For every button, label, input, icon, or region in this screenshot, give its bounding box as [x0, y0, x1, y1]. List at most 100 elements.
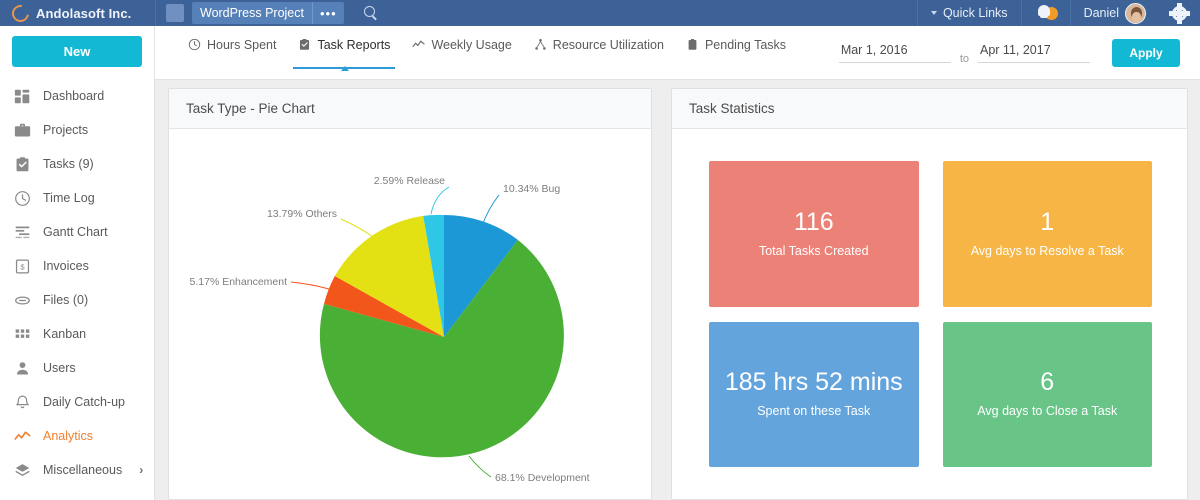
task-type-pie-chart[interactable]: 10.34% Bug 2.59% Release 13.79% Others 5…: [169, 129, 651, 499]
pie-label-release: 2.59% Release: [374, 175, 445, 187]
sidebar-item-label: Projects: [43, 123, 89, 137]
leader-line-release: [430, 186, 450, 215]
tab-hours-spent[interactable]: Hours Spent: [177, 26, 287, 80]
briefcase-icon: [14, 123, 31, 136]
stats-panel-title: Task Statistics: [672, 89, 1187, 129]
pie-label-development: 68.1% Development: [495, 472, 590, 484]
sidebar-item-label: Users: [43, 361, 76, 375]
sidebar-item-users[interactable]: Users: [0, 351, 154, 385]
project-pill[interactable]: WordPress Project •••: [192, 2, 344, 24]
sidebar-item-invoices[interactable]: $ Invoices: [0, 249, 154, 283]
search-button[interactable]: [354, 6, 388, 20]
project-selector[interactable]: WordPress Project •••: [156, 2, 354, 24]
layers-icon: [15, 463, 30, 476]
tab-weekly-usage[interactable]: Weekly Usage: [401, 26, 522, 80]
sidebar-item-tasks[interactable]: Tasks (9): [0, 147, 154, 181]
sidebar-item-label: Gantt Chart: [43, 225, 108, 239]
trend-icon: [412, 40, 426, 48]
sidebar-item-label: Invoices: [43, 259, 89, 273]
pie-chart-panel: Task Type - Pie Chart 10.34% Bug 2.59% R…: [168, 88, 652, 500]
paperclip-icon: [15, 295, 30, 305]
sidebar-nav-list: Dashboard Projects Tasks (9) Time Log Ga…: [0, 79, 154, 487]
sidebar-item-daily-catch-up[interactable]: Daily Catch-up: [0, 385, 154, 419]
sidebar-item-miscellaneous[interactable]: Miscellaneous ›: [0, 453, 154, 487]
leader-line-enhancement: [290, 281, 330, 290]
user-icon: [16, 361, 29, 374]
search-icon: [363, 6, 378, 20]
sidebar-item-time-log[interactable]: Time Log: [0, 181, 154, 215]
leader-line-bug: [481, 194, 500, 227]
settings-button[interactable]: [1159, 0, 1200, 26]
chevron-right-icon: ›: [139, 463, 144, 477]
stat-value: 185 hrs 52 mins: [724, 368, 903, 397]
apply-button[interactable]: Apply: [1112, 38, 1180, 67]
user-menu[interactable]: Daniel: [1071, 0, 1159, 26]
svg-text:$: $: [20, 262, 25, 271]
stat-value: 6: [1040, 368, 1055, 397]
report-tabbar: Hours Spent Task Reports Weekly Usage Re…: [155, 26, 1200, 80]
stat-label: Total Tasks Created: [758, 243, 869, 258]
stat-card-time-spent[interactable]: 185 hrs 52 mins Spent on these Task: [709, 321, 919, 467]
project-name: WordPress Project: [200, 6, 304, 20]
topbar-right-group: Quick Links Daniel: [916, 0, 1200, 26]
notifications-button[interactable]: [1022, 0, 1070, 26]
gear-icon: [1169, 2, 1190, 24]
clock-icon: [15, 190, 30, 206]
sidebar-item-projects[interactable]: Projects: [0, 113, 154, 147]
stat-card-avg-days-close[interactable]: 6 Avg days to Close a Task: [942, 321, 1152, 467]
sidebar-item-label: Analytics: [43, 429, 94, 443]
logo-ring-icon: [8, 1, 33, 25]
stat-card-avg-days-resolve[interactable]: 1 Avg days to Resolve a Task: [942, 161, 1152, 307]
date-to-label: to: [959, 52, 969, 65]
clock-icon: [188, 38, 201, 51]
pie-label-bug: 10.34% Bug: [503, 183, 560, 195]
leader-line-development: [468, 455, 492, 478]
leader-line-others: [340, 218, 376, 239]
stat-card-grid: 116 Total Tasks Created 1 Avg days to Re…: [672, 129, 1187, 499]
sidebar-item-kanban[interactable]: Kanban: [0, 317, 154, 351]
content-area: Task Type - Pie Chart 10.34% Bug 2.59% R…: [155, 80, 1200, 500]
tab-pending-tasks[interactable]: Pending Tasks: [675, 26, 797, 80]
sidebar-item-label: Miscellaneous: [43, 463, 123, 477]
gantt-icon: [15, 226, 30, 238]
tab-task-reports[interactable]: Task Reports: [287, 26, 401, 80]
clipboard-icon: [688, 38, 697, 50]
pie-panel-title: Task Type - Pie Chart: [169, 89, 651, 129]
sidebar-item-label: Dashboard: [43, 89, 105, 103]
sidebar-item-label: Daily Catch-up: [43, 395, 125, 409]
company-name: Andolasoft Inc.: [36, 5, 132, 21]
sidebar-item-label: Files (0): [43, 293, 89, 307]
date-from-input[interactable]: [838, 42, 951, 63]
sidebar-item-label: Time Log: [43, 191, 95, 205]
sidebar-item-gantt-chart[interactable]: Gantt Chart: [0, 215, 154, 249]
stat-label: Avg days to Close a Task: [977, 404, 1118, 419]
quick-links-menu[interactable]: Quick Links: [918, 0, 1021, 26]
analytics-icon: [14, 430, 31, 440]
brand-logo[interactable]: Andolasoft Inc.: [0, 1, 155, 25]
sidebar-item-files[interactable]: Files (0): [0, 283, 154, 317]
top-navigation-bar: Andolasoft Inc. WordPress Project ••• Qu…: [0, 0, 1200, 26]
bell-icon: [15, 395, 30, 408]
clipboard-icon: [300, 38, 310, 50]
new-button[interactable]: New: [12, 36, 142, 67]
user-name: Daniel: [1083, 6, 1119, 20]
project-menu-icon[interactable]: •••: [311, 2, 344, 24]
bell-glyph: [1037, 5, 1050, 18]
date-until-input[interactable]: [978, 42, 1090, 63]
hierarchy-icon: [535, 38, 546, 50]
sidebar: New Dashboard Projects Tasks (9) Time Lo…: [0, 26, 155, 500]
stat-card-total-tasks-created[interactable]: 116 Total Tasks Created: [709, 161, 919, 307]
pie-label-enhancement: 5.17% Enhancement: [190, 276, 288, 288]
dashboard-icon: [14, 89, 30, 103]
project-thumbnail: [166, 4, 184, 22]
grid-icon: [15, 328, 30, 338]
quick-links-label: Quick Links: [942, 6, 1008, 20]
date-range-picker: to Apply: [838, 38, 1200, 67]
chevron-down-icon: [930, 11, 937, 15]
sidebar-item-dashboard[interactable]: Dashboard: [0, 79, 154, 113]
task-statistics-panel: Task Statistics 116 Total Tasks Created …: [671, 88, 1188, 500]
sidebar-item-analytics[interactable]: Analytics: [0, 419, 154, 453]
tab-resource-utilization[interactable]: Resource Utilization: [523, 26, 675, 80]
pie-chart-body: 10.34% Bug 2.59% Release 13.79% Others 5…: [169, 129, 651, 499]
stats-panel-body: 116 Total Tasks Created 1 Avg days to Re…: [672, 129, 1187, 499]
